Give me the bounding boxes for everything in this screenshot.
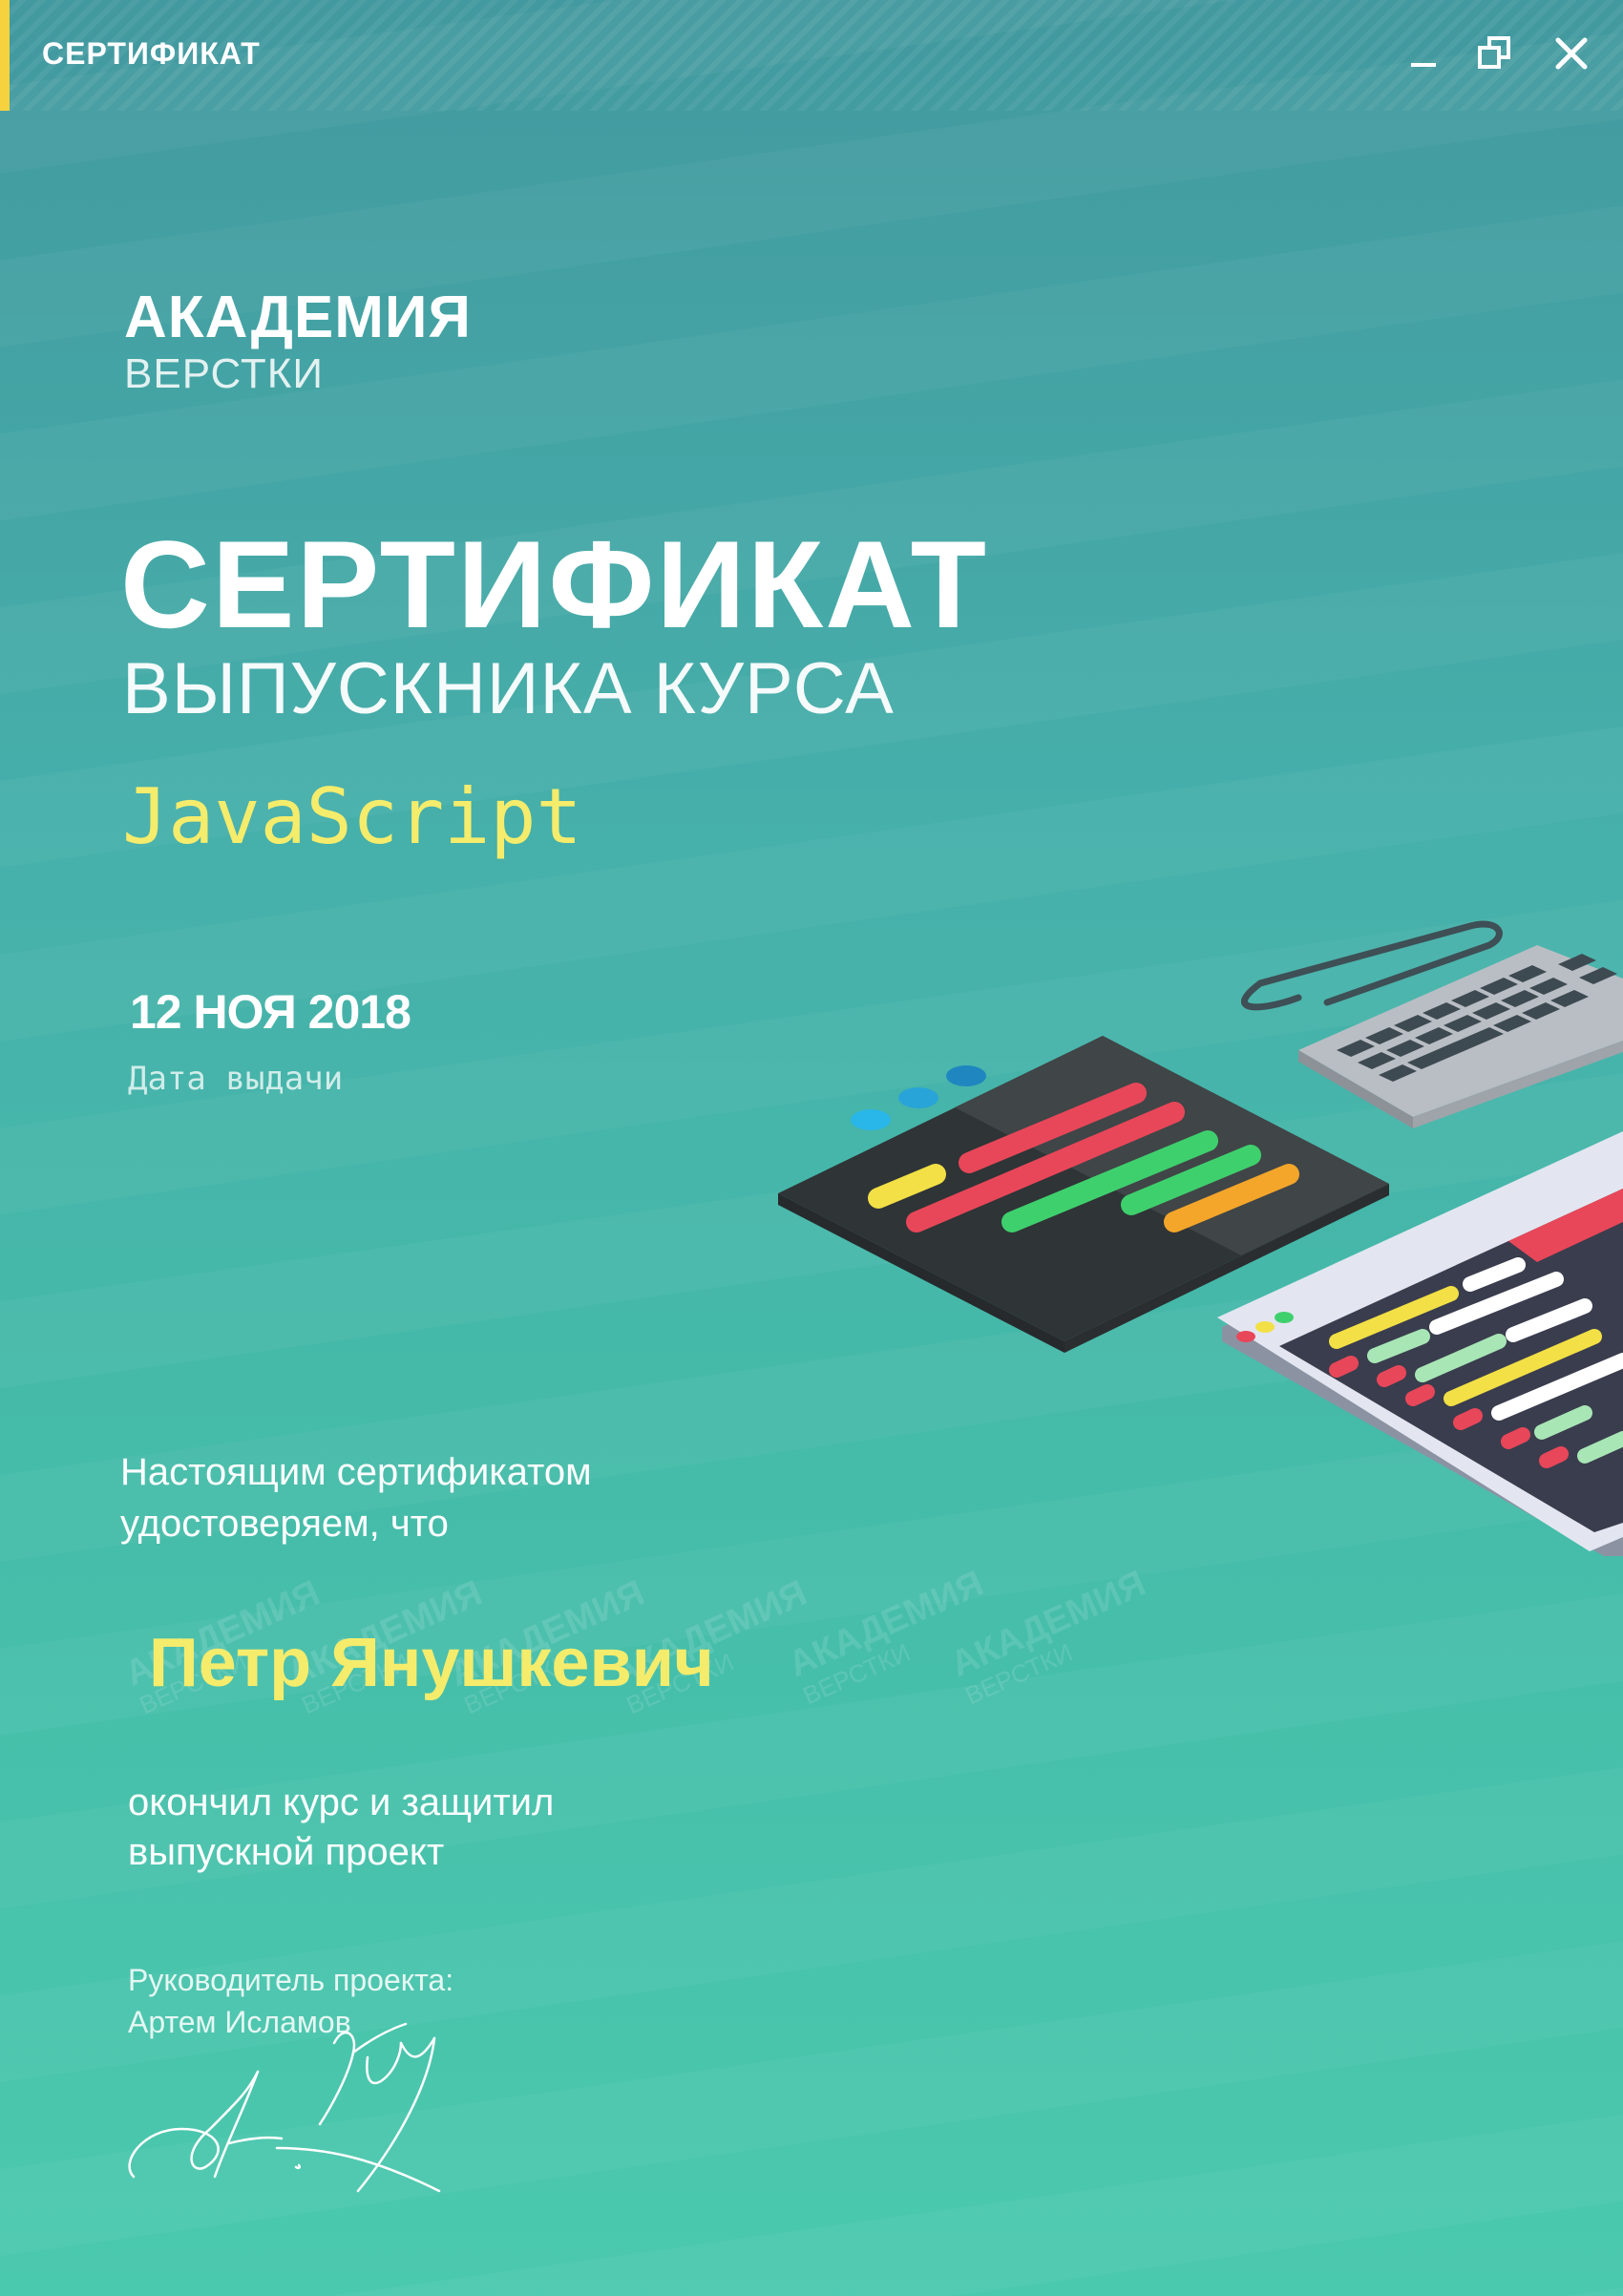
brand-line2: ВЕРСТКИ	[124, 350, 324, 397]
completion-text: окончил курс и защитил выпускной проект	[128, 1778, 796, 1877]
signature	[128, 2022, 441, 2193]
intro-line2: удостоверяем, что	[120, 1503, 449, 1545]
intro-text: Настоящим сертификатом удостоверяем, что	[120, 1446, 789, 1549]
restore-icon	[1478, 36, 1510, 69]
devices-illustration	[778, 920, 1623, 1556]
recipient-name: Петр Янушкевич	[149, 1625, 714, 1701]
issue-date-label: Дата выдачи	[128, 1060, 344, 1098]
close-button[interactable]	[1550, 32, 1592, 74]
keyboard-illustration	[1298, 945, 1623, 1128]
certificate-subtitle: ВЫПУСКНИКА КУРСА	[122, 648, 895, 729]
completion-line1: окончил курс и защитил	[128, 1781, 555, 1823]
window-title-bar: СЕРТИФИКАТ	[0, 0, 1623, 111]
window-title: СЕРТИФИКАТ	[42, 36, 261, 71]
title-bar-accent	[0, 0, 10, 111]
brand-logo: АКАДЕМИЯ ВЕРСТКИ	[124, 286, 472, 399]
restore-button[interactable]	[1474, 32, 1516, 74]
brand-line1: АКАДЕМИЯ	[124, 284, 472, 350]
minimize-icon	[1411, 63, 1436, 67]
certificate-title: СЕРТИФИКАТ	[120, 515, 988, 654]
course-name: JavaScript	[122, 772, 582, 861]
intro-line1: Настоящим сертификатом	[120, 1451, 592, 1493]
issue-date: 12 НОЯ 2018	[130, 985, 411, 1039]
completion-line2: выпускной проект	[128, 1831, 445, 1873]
close-icon	[1555, 37, 1588, 70]
minimize-button[interactable]	[1403, 32, 1445, 74]
